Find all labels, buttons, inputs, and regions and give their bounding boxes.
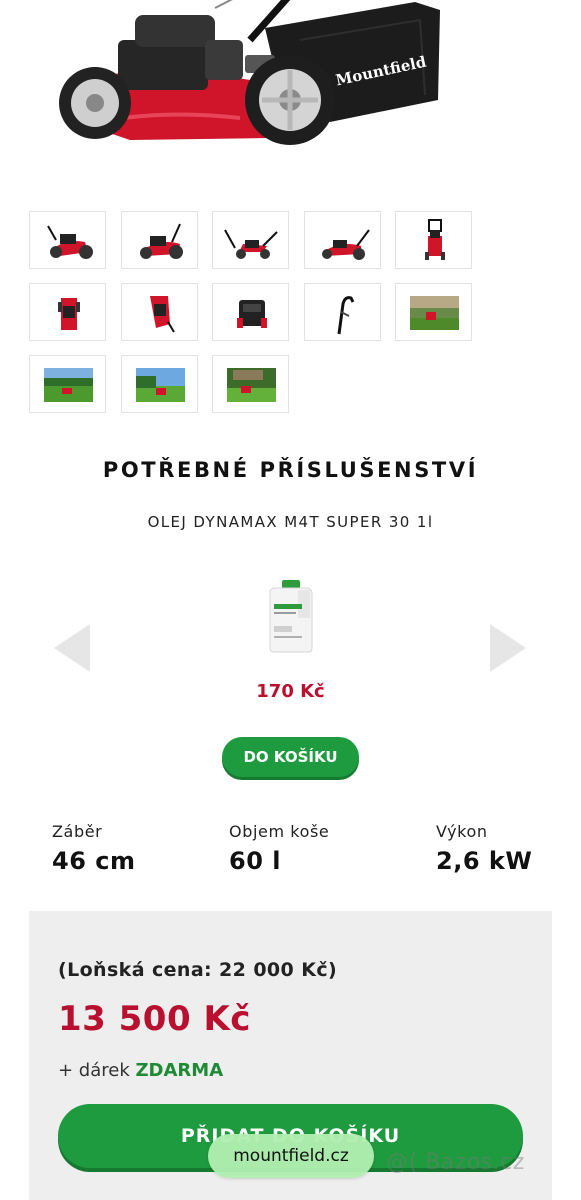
gift-free-label: ZDARMA: [135, 1060, 224, 1081]
current-price: 13 500 Kč: [58, 999, 251, 1039]
chevron-right-icon[interactable]: [488, 620, 528, 676]
thumbnail-7[interactable]: [121, 283, 198, 341]
accessory-price: 170 Kč: [256, 681, 325, 702]
thumbnail-13[interactable]: [212, 355, 289, 413]
thumbnail-12[interactable]: [121, 355, 198, 413]
accessory-add-to-cart-button[interactable]: DO KOŠÍKU: [222, 737, 359, 777]
thumbnail-1[interactable]: [29, 211, 106, 269]
spec-label: Objem koše: [229, 822, 330, 841]
chevron-left-icon[interactable]: [52, 620, 92, 676]
spec-bag-volume: Objem koše 60 l: [229, 822, 329, 875]
thumbnail-3[interactable]: [212, 211, 289, 269]
spec-value: 2,6 kW: [436, 847, 533, 875]
spec-value: 46 cm: [52, 847, 136, 875]
thumbnail-6[interactable]: [29, 283, 106, 341]
thumbnail-10[interactable]: [395, 283, 472, 341]
spec-value: 60 l: [229, 847, 281, 875]
thumbnail-5[interactable]: [395, 211, 472, 269]
product-hero-image: Mountfield: [0, 0, 581, 175]
thumbnail-8[interactable]: [212, 283, 289, 341]
gift-prefix: + dárek: [58, 1060, 130, 1081]
spec-label: Výkon: [436, 822, 488, 841]
spec-power: Výkon 2,6 kW: [436, 822, 532, 875]
old-price: (Loňská cena: 22 000 Kč): [58, 959, 338, 981]
spec-label: Záběr: [52, 822, 103, 841]
thumbnail-4[interactable]: [304, 211, 381, 269]
oil-bottle-image[interactable]: [260, 578, 322, 654]
thumbnail-11[interactable]: [29, 355, 106, 413]
thumbnail-9[interactable]: [304, 283, 381, 341]
thumbnail-2[interactable]: [121, 211, 198, 269]
bazos-watermark: @( Bazos.cz: [386, 1150, 525, 1175]
spec-cutting-width: Záběr 46 cm: [52, 822, 136, 875]
domain-url-pill[interactable]: mountfield.cz: [208, 1134, 374, 1178]
gift-note: + dárek ZDARMA: [58, 1060, 223, 1081]
accessory-product-name[interactable]: OLEJ DYNAMAX M4T SUPER 30 1l: [0, 513, 581, 531]
accessories-heading: POTŘEBNÉ PŘÍSLUŠENSTVÍ: [102, 458, 479, 482]
